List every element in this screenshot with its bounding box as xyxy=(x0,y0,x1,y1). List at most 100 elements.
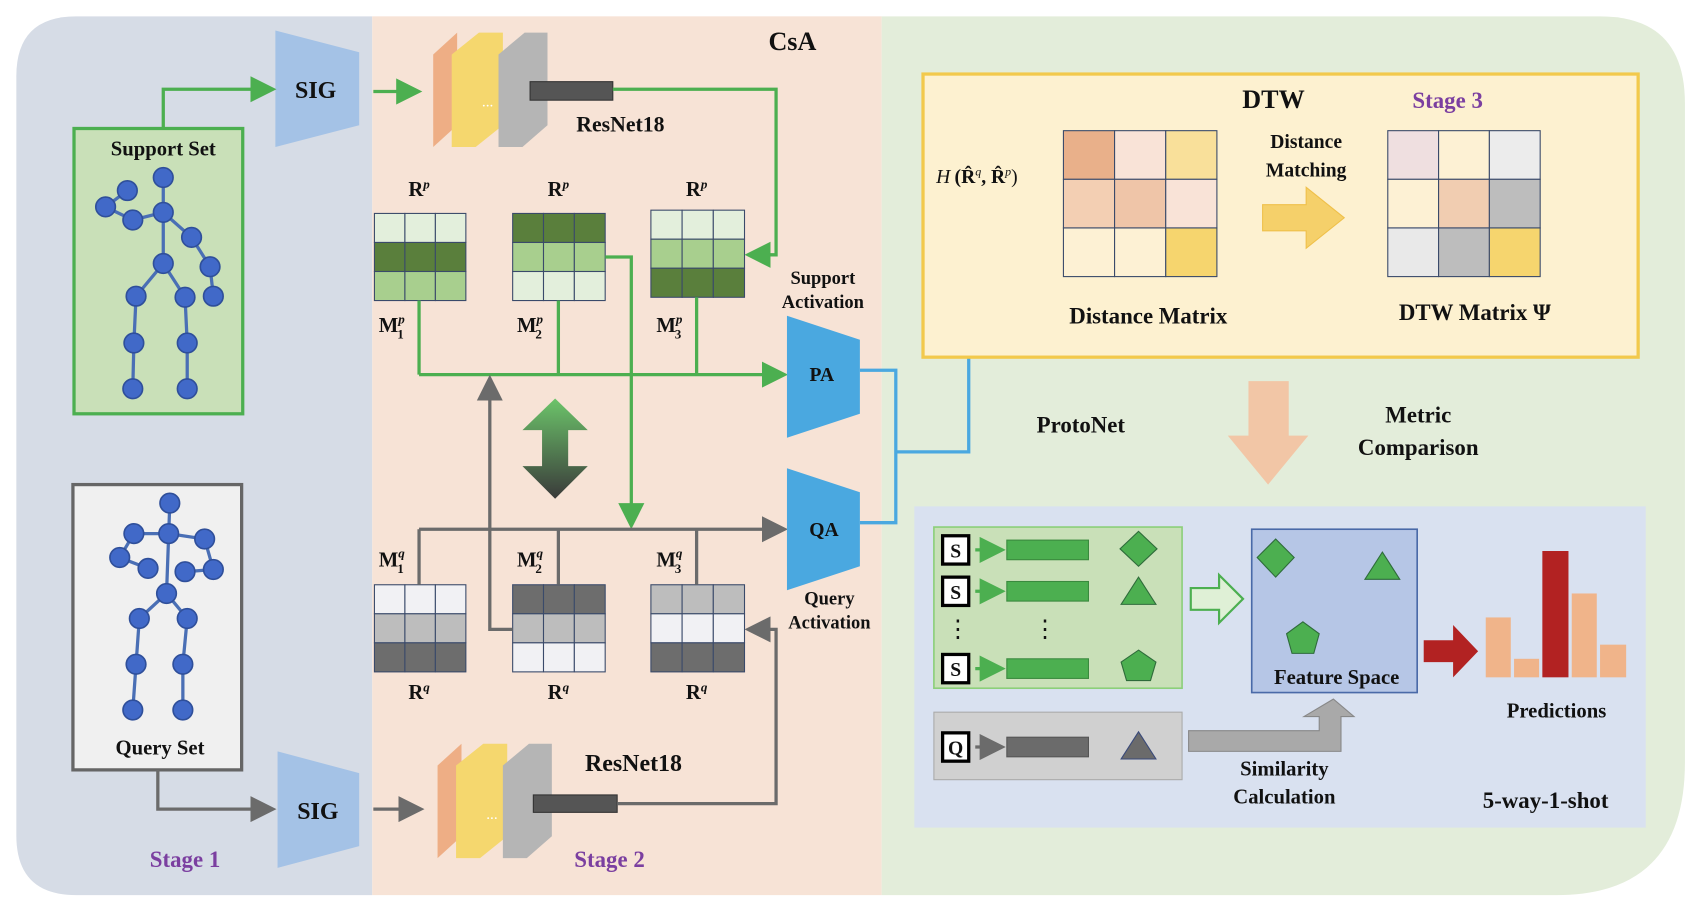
support-mask-label-1: Mp 1 xyxy=(379,311,406,341)
support-feature-bar xyxy=(1006,539,1090,561)
s-label: S xyxy=(950,660,961,681)
distance-matrix-cell xyxy=(1114,227,1167,278)
resnet-bottom-label: ResNet18 xyxy=(585,751,682,777)
support-matrix-2-cell xyxy=(573,270,606,302)
query-matrix-1-cell xyxy=(434,642,467,673)
dtw-matrix-cell xyxy=(1488,178,1541,229)
support-matrix-3-cell xyxy=(712,209,746,240)
similarity-calculation-label-line2: Calculation xyxy=(1233,787,1336,809)
support-matrix-2-cell xyxy=(512,212,545,244)
distance-matrix-cell xyxy=(1165,130,1218,180)
support-matrix-1-cell xyxy=(373,270,406,302)
query-matrix-1-cell xyxy=(404,613,436,644)
query-mask-label-1: Mq 1 xyxy=(379,546,406,576)
query-set-label: Query Set xyxy=(116,738,205,760)
q-label: Q xyxy=(948,739,963,760)
distance-matching-label-line2: Matching xyxy=(1266,160,1347,181)
query-matrix-2-cell xyxy=(512,584,545,615)
support-set-label: Support Set xyxy=(111,139,216,161)
query-matrix-3-cell xyxy=(650,613,683,644)
s-label: S xyxy=(950,542,961,563)
distance-matrix-cell xyxy=(1165,178,1218,229)
query-matrix-3-cell xyxy=(681,642,714,673)
distance-matrix-cell xyxy=(1114,130,1167,180)
query-feature-bar xyxy=(1006,736,1090,758)
query-matrix-1-cell xyxy=(373,613,406,644)
support-matrix-1-cell xyxy=(373,212,406,244)
support-matrix-2-cell xyxy=(512,270,545,302)
distance-matrix-cell xyxy=(1114,178,1167,229)
query-matrix-3-cell xyxy=(650,584,683,615)
support-activation-label-line2: Activation xyxy=(782,293,865,313)
dtw-matrix-cell xyxy=(1488,130,1541,180)
query-matrix-1-cell xyxy=(434,613,467,644)
support-matrix-3-cell xyxy=(681,238,714,269)
query-matrix-3-cell xyxy=(681,584,714,615)
distance-matrix-cell xyxy=(1062,227,1116,278)
metric-comparison-label-line1: Metric xyxy=(1385,403,1451,428)
distance-matrix-cell xyxy=(1165,227,1218,278)
pa-label: PA xyxy=(809,365,834,386)
support-matrix-1-cell xyxy=(434,270,467,302)
protonet-label: ProtoNet xyxy=(1037,412,1126,437)
distance-matching-label-line1: Distance xyxy=(1270,132,1342,153)
support-matrix-2-cell xyxy=(542,241,575,273)
support-matrix-2-cell xyxy=(542,212,575,244)
prediction-bar xyxy=(1485,617,1511,678)
query-matrix-2-cell xyxy=(573,613,606,644)
support-matrix-1-cell xyxy=(434,212,467,244)
support-mask-label-3: Mp 3 xyxy=(656,311,683,341)
resnet-top-label: ResNet18 xyxy=(576,113,664,137)
dtw-matrix-cell xyxy=(1438,227,1490,278)
sig-bottom-label: SIG xyxy=(297,799,338,825)
sig-top-label: SIG xyxy=(295,78,336,104)
query-matrix-2-cell xyxy=(512,613,545,644)
distance-matrix-cell xyxy=(1062,130,1116,180)
query-matrix-3-cell xyxy=(712,584,746,615)
support-matrix-2-cell xyxy=(573,212,606,244)
dtw-matrix-grid xyxy=(1387,130,1541,278)
support-matrix-3-cell xyxy=(650,267,683,298)
dtw-matrix-cell xyxy=(1488,227,1541,278)
query-matrix-2-cell xyxy=(573,642,606,673)
dtw-matrix-cell xyxy=(1438,130,1490,180)
stage3-label: Stage 3 xyxy=(1412,88,1482,113)
stage2-label: Stage 2 xyxy=(574,847,644,872)
support-feature-bar xyxy=(1006,580,1090,602)
support-matrix-1-cell xyxy=(434,241,467,273)
qa-label: QA xyxy=(809,520,838,541)
framework-diagram: Support Set Query Set SIG SIG Stage 1 St… xyxy=(0,0,1698,906)
query-mask-label-2: Mq 2 xyxy=(517,546,544,576)
resnet-bottom-dots: ... xyxy=(486,806,497,823)
query-matrix-3-cell xyxy=(712,642,746,673)
distance-matrix-cell xyxy=(1062,178,1116,229)
query-activation-label-line1: Query xyxy=(804,589,855,609)
query-matrix-2-cell xyxy=(542,642,575,673)
query-set-box xyxy=(71,482,244,772)
vertical-ellipsis-icon: ⋮ xyxy=(946,617,970,643)
support-matrix-1-cell xyxy=(404,270,436,302)
support-mask-label-2: Mp 2 xyxy=(517,311,544,341)
similarity-calculation-label-line1: Similarity xyxy=(1240,758,1329,780)
support-matrix-2-cell xyxy=(573,241,606,273)
query-mask-label-3: Mq 3 xyxy=(656,546,683,576)
dtw-matrix-cell xyxy=(1387,227,1440,278)
support-feature-bar xyxy=(1006,658,1090,679)
query-matrix-2-cell xyxy=(542,613,575,644)
feature-space-label: Feature Space xyxy=(1274,667,1399,689)
query-activation-label-line2: Activation xyxy=(788,613,871,633)
prediction-bar xyxy=(1571,593,1597,678)
prediction-bar xyxy=(1514,658,1540,678)
query-matrix-2-cell xyxy=(542,584,575,615)
query-matrix-3-cell xyxy=(650,642,683,673)
query-matrix-1-cell xyxy=(404,642,436,673)
support-matrix-3-cell xyxy=(712,267,746,298)
dtw-matrix-cell xyxy=(1438,178,1490,229)
prediction-bar-top xyxy=(1542,551,1569,678)
support-matrix-1-cell xyxy=(404,212,436,244)
support-matrix-3-cell xyxy=(681,209,714,240)
query-matrix-2-cell xyxy=(573,584,606,615)
dtw-matrix-cell xyxy=(1387,178,1440,229)
setting-label: 5-way-1-shot xyxy=(1483,788,1609,813)
resnet-top-dots: ... xyxy=(482,94,493,111)
